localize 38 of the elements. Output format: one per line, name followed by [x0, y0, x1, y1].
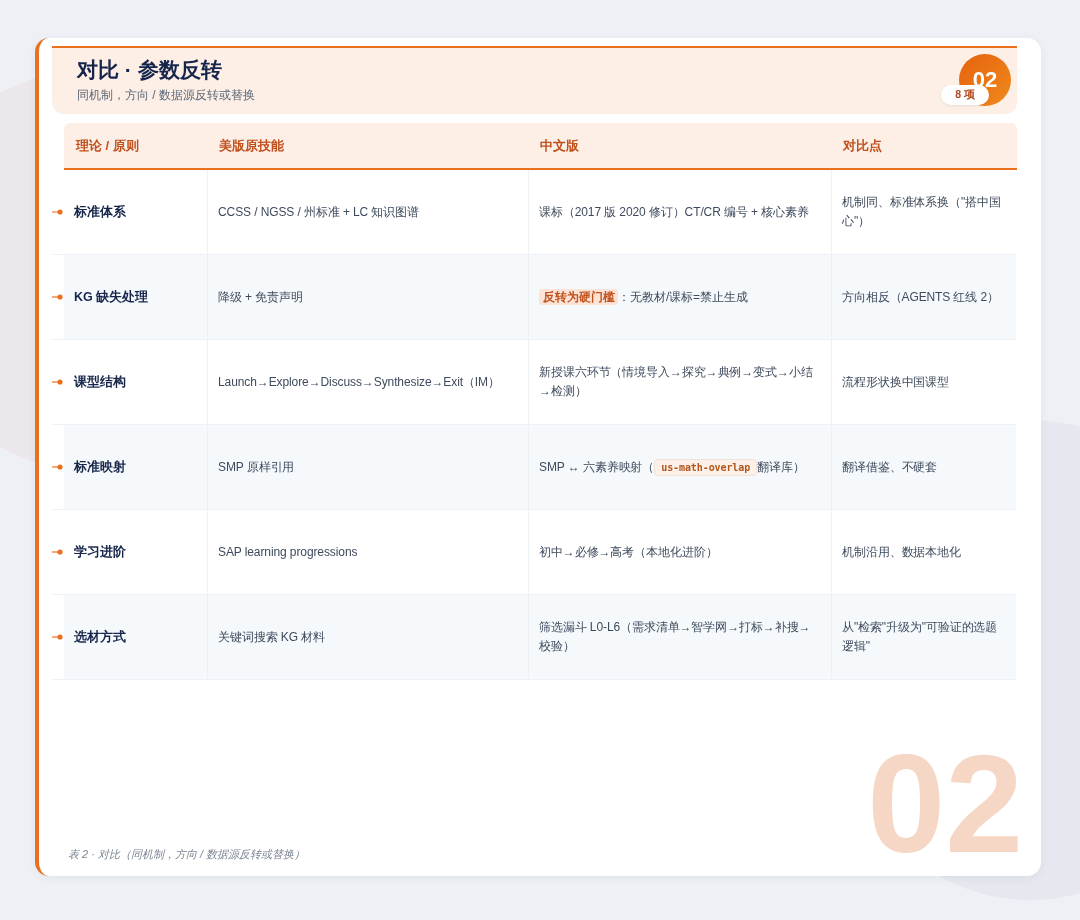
table-cell: 机制同、标准体系换（"搭中国心"）	[831, 170, 1016, 254]
row-label: KG 缺失处理	[64, 255, 207, 339]
table-cell: 关键词搜索 KG 材料	[207, 595, 528, 679]
bullet-icon	[52, 379, 63, 385]
table-cell: 机制沿用、数据本地化	[831, 510, 1016, 594]
bullet-icon	[52, 549, 63, 555]
table-cell: 反转为硬门槛 ：无教材/课标=禁止生成	[528, 255, 831, 339]
row-label: 标准映射	[64, 425, 207, 509]
background-number: 02	[867, 734, 1023, 874]
column-header: 美版原技能	[218, 136, 285, 155]
table-cell: SMP ↔ 六素养映射（ us-math-overlap 翻译库）	[528, 425, 831, 509]
table-cell: SAP learning progressions	[207, 510, 528, 594]
table-cell: 方向相反（AGENTS 红线 2）	[831, 255, 1016, 339]
table-cell: 课标（2017 版 2020 修订）CT/CR 编号 + 核心素养	[528, 170, 831, 254]
bullet-icon	[52, 209, 63, 215]
table-cell: 筛选漏斗 L0-L6（需求清单→智学网→打标→补搜→校验）	[528, 595, 831, 679]
bullet-icon	[52, 294, 63, 300]
table-cell: SMP 原样引用	[207, 425, 528, 509]
row-label: 学习进阶	[73, 543, 127, 561]
row-label: 选材方式	[64, 595, 207, 679]
table-cell: 翻译借鉴、不硬套	[831, 425, 1016, 509]
page-title: 对比 · 参数反转	[77, 57, 222, 83]
table-caption: 表 2 · 对比（同机制，方向 / 数据源反转或替换）	[68, 847, 307, 862]
table-cell: 降级 + 免责声明	[207, 255, 528, 339]
bullet-icon	[52, 634, 63, 640]
table-cell: 新授课六环节（情境导入→探究→典例→变式→小结→检测）	[528, 340, 831, 424]
table-cell: CCSS / NGSS / 州标准 + LC 知识图谱	[207, 170, 528, 254]
page-subtitle: 同机制，方向 / 数据源反转或替换	[77, 87, 255, 104]
column-header: 中文版	[539, 136, 580, 155]
row-label: 标准体系	[73, 203, 127, 221]
table-cell: 初中→必修→高考（本地化进阶）	[528, 510, 831, 594]
table-cell: 流程形状换中国课型	[831, 340, 1016, 424]
bullet-icon	[52, 464, 63, 470]
table-cell: Launch→Explore→Discuss→Synthesize→Exit（IM）	[207, 340, 528, 424]
column-header: 对比点	[842, 136, 883, 155]
table-cell: 从"检索"升级为"可验证的选题逻辑"	[831, 595, 1016, 679]
column-header: 理论 / 原则	[74, 136, 140, 155]
row-label: 课型结构	[72, 373, 127, 391]
